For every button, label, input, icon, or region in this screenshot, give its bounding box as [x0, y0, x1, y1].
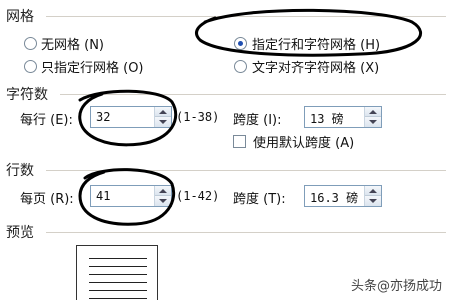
- annotation-circle-grid-option: [195, 8, 423, 57]
- annotation-circle-chars-per-line: [78, 89, 178, 147]
- watermark: 头条@亦扬成功: [350, 279, 442, 294]
- annotation-circle-lines-per-page: [78, 168, 176, 226]
- annotation-circles: [78, 8, 423, 226]
